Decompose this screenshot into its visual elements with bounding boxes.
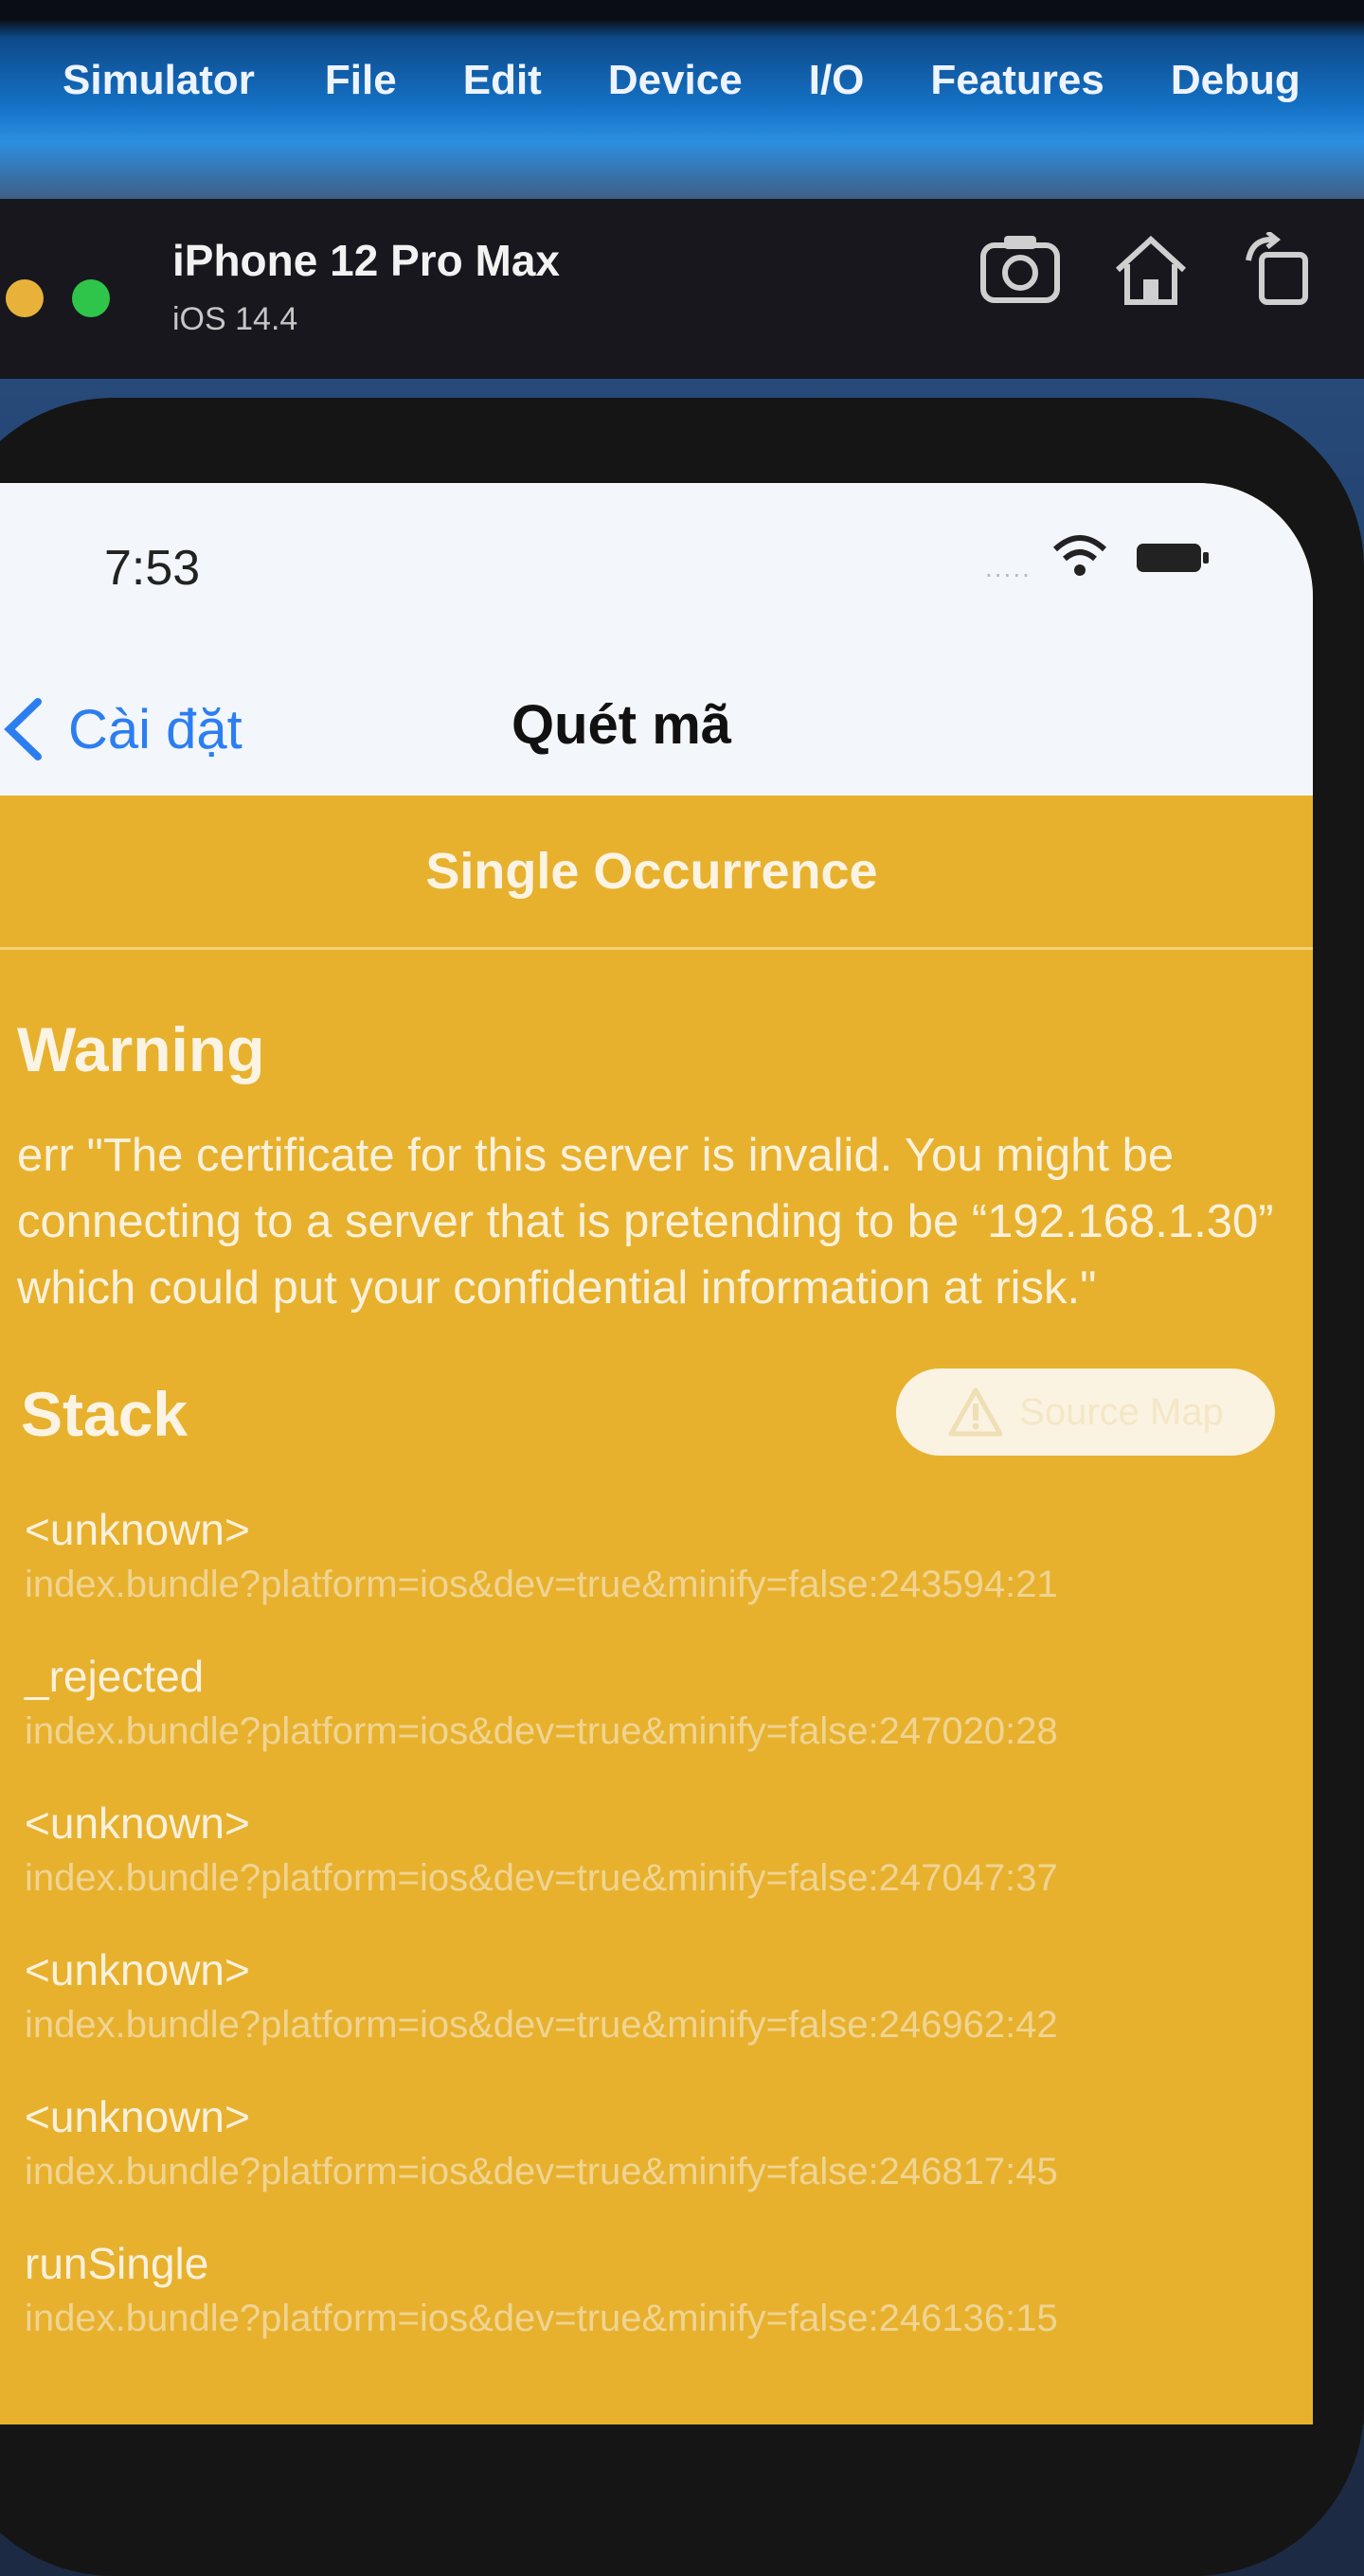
home-icon[interactable] <box>1108 232 1194 308</box>
rotate-icon[interactable] <box>1239 230 1324 308</box>
macos-menu-bar: Simulator File Edit Device I/O Features … <box>0 0 1364 199</box>
error-message: err "The certificate for this server is … <box>17 1130 1274 1314</box>
menu-file[interactable]: File <box>325 57 397 104</box>
frame-location: index.bundle?platform=ios&dev=true&minif… <box>25 2004 1058 2046</box>
frame-location: index.bundle?platform=ios&dev=true&minif… <box>25 1857 1058 1899</box>
menu-features[interactable]: Features <box>930 57 1104 104</box>
occurrence-title: Single Occurrence <box>425 843 878 900</box>
cellular-signal-icon: ..... <box>985 553 1032 582</box>
frame-location: index.bundle?platform=ios&dev=true&minif… <box>25 1710 1058 1752</box>
minimize-window-button[interactable] <box>6 279 44 317</box>
frame-location: index.bundle?platform=ios&dev=true&minif… <box>25 1564 1058 1605</box>
menu-edit[interactable]: Edit <box>463 57 542 104</box>
menu-io[interactable]: I/O <box>809 57 865 104</box>
source-map-label: Source Map <box>1019 1390 1224 1433</box>
frame-function-name: <unknown> <box>25 1945 250 1995</box>
stack-frame[interactable]: runSingle index.bundle?platform=ios&dev=… <box>25 2235 1294 2382</box>
device-os-version: iOS 14.4 <box>172 301 298 337</box>
navigation-title: Quét mã <box>512 694 732 756</box>
frame-function-name: <unknown> <box>25 2092 250 2141</box>
menu-device[interactable]: Device <box>608 57 743 104</box>
frame-location: index.bundle?platform=ios&dev=true&minif… <box>25 2151 1058 2192</box>
frame-function-name: runSingle <box>25 2239 209 2288</box>
menu-items: Simulator File Edit Device I/O Features … <box>63 57 1364 104</box>
stack-frame[interactable]: <unknown> index.bundle?platform=ios&dev=… <box>25 1795 1294 1941</box>
back-button-label: Cài đặt <box>68 698 242 760</box>
navigation-area: 7:53 ..... Cài đặt Quét mã <box>0 483 1313 796</box>
device-name: iPhone 12 Pro Max <box>172 236 561 285</box>
logbox-header: Single Occurrence <box>0 796 1313 950</box>
stack-frame[interactable]: <unknown> index.bundle?platform=ios&dev=… <box>25 1941 1294 2088</box>
frame-function-name: <unknown> <box>25 1505 250 1554</box>
battery-icon <box>1137 544 1209 572</box>
frame-function-name: <unknown> <box>25 1798 250 1848</box>
chevron-left-icon <box>4 698 42 760</box>
wifi-icon <box>1052 535 1107 576</box>
stack-heading: Stack <box>21 1379 188 1449</box>
source-map-button[interactable]: Source Map <box>896 1368 1275 1456</box>
stack-frame[interactable]: <unknown> index.bundle?platform=ios&dev=… <box>25 2088 1294 2235</box>
status-time: 7:53 <box>104 541 201 596</box>
phone-screen: 7:53 ..... Cài đặt Quét mã Single Occurr… <box>0 483 1313 2424</box>
back-button[interactable]: Cài đặt <box>0 682 242 777</box>
frame-location: index.bundle?platform=ios&dev=true&minif… <box>25 2298 1058 2339</box>
warning-heading: Warning <box>17 1014 265 1084</box>
screenshot-icon[interactable] <box>978 232 1063 308</box>
menu-simulator[interactable]: Simulator <box>63 57 255 104</box>
frame-function-name: _rejected <box>25 1652 205 1701</box>
stack-frame[interactable]: _rejected index.bundle?platform=ios&dev=… <box>25 1648 1294 1795</box>
zoom-window-button[interactable] <box>72 279 110 317</box>
menu-debug[interactable]: Debug <box>1171 57 1301 104</box>
warning-triangle-icon <box>948 1387 1003 1437</box>
stack-frame-list: <unknown> index.bundle?platform=ios&dev=… <box>25 1501 1294 2382</box>
stack-frame[interactable]: <unknown> index.bundle?platform=ios&dev=… <box>25 1501 1294 1648</box>
